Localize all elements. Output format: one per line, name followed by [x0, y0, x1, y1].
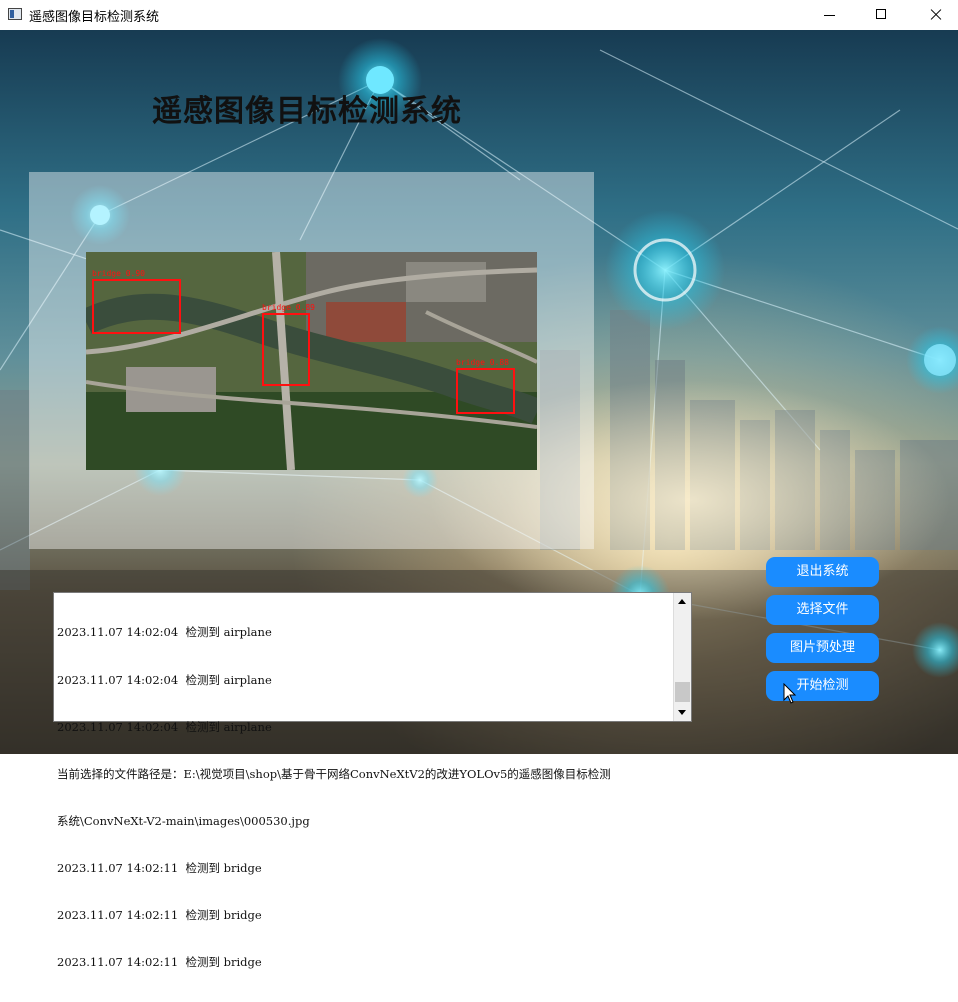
- detection-box: [92, 279, 181, 334]
- log-scrollbar[interactable]: [673, 593, 691, 721]
- title-bar: 遥感图像目标检测系统: [0, 0, 958, 30]
- minimize-icon: [824, 15, 835, 16]
- log-line: 系统\ConvNeXt-V2-main\images\000530.jpg: [57, 813, 310, 828]
- detection-box: [456, 368, 515, 414]
- select-file-button[interactable]: 选择文件: [766, 595, 879, 625]
- maximize-icon: [876, 9, 886, 19]
- detection-label: bridge 0.88: [456, 358, 509, 367]
- log-line: 2023.11.07 14:02:04 检测到 airplane: [57, 672, 272, 687]
- log-line: 2023.11.07 14:02:11 检测到 bridge: [57, 860, 262, 875]
- detection-box: [262, 313, 310, 386]
- log-textarea[interactable]: 2023.11.07 14:02:04 检测到 airplane 2023.11…: [53, 592, 692, 969]
- scroll-down-arrow-icon[interactable]: [674, 704, 691, 721]
- log-line: 2023.11.07 14:02:04 检测到 airplane: [57, 625, 272, 640]
- log-line: 当前选择的文件路径是：E:\视觉项目\shop\基于骨干网络ConvNeXtV2…: [57, 766, 611, 781]
- window-title: 遥感图像目标检测系统: [29, 10, 160, 25]
- close-button[interactable]: [910, 0, 956, 30]
- app-icon: [8, 8, 22, 20]
- log-line: 2023.11.07 14:02:11 检测到 bridge: [57, 955, 262, 970]
- page-title: 遥感图像目标检测系统: [152, 94, 462, 129]
- detection-image: bridge 0.90 bridge 0.89 bridge 0.88: [86, 252, 537, 470]
- minimize-button[interactable]: [806, 0, 852, 30]
- scroll-up-arrow-icon[interactable]: [674, 593, 691, 610]
- preprocess-button[interactable]: 图片预处理: [766, 633, 879, 663]
- detection-label: bridge 0.90: [92, 269, 145, 278]
- detection-label: bridge 0.89: [262, 303, 315, 312]
- scroll-thumb[interactable]: [675, 682, 690, 702]
- exit-button[interactable]: 退出系统: [766, 557, 879, 587]
- mouse-cursor-icon: [783, 683, 797, 704]
- log-line: 2023.11.07 14:02:04 检测到 airplane: [57, 719, 272, 734]
- maximize-button[interactable]: [858, 0, 904, 30]
- log-line: 2023.11.07 14:02:11 检测到 bridge: [57, 907, 262, 922]
